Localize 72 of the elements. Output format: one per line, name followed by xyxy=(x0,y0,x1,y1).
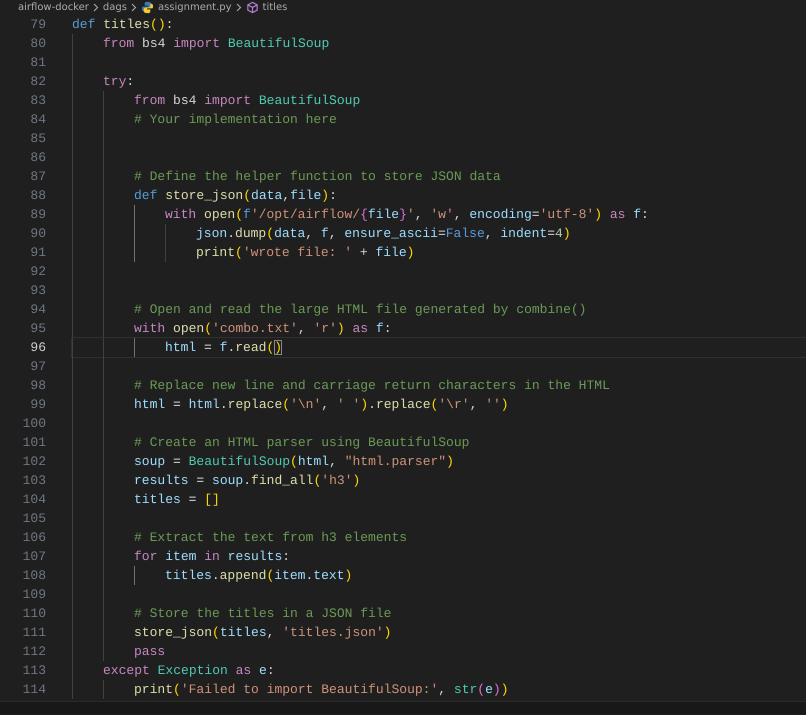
line-number: 85 xyxy=(29,130,46,148)
line-number: 97 xyxy=(29,358,46,376)
breadcrumb-item[interactable]: dags xyxy=(102,2,127,13)
line-number: 104 xyxy=(22,491,46,509)
line-number: 82 xyxy=(29,73,46,91)
line-number: 96 xyxy=(29,339,46,357)
code-line: # Store the titles in a JSON file xyxy=(134,605,392,623)
code-line: results = soup.find_all('h3') xyxy=(134,472,360,490)
file-type-icon xyxy=(140,1,154,14)
line-number: 90 xyxy=(29,225,46,243)
line-number: 92 xyxy=(29,263,46,281)
line-number: 114 xyxy=(22,681,46,699)
code-line: titles.append(item.text) xyxy=(165,567,352,585)
code-line: store_json(titles, 'titles.json') xyxy=(134,624,392,642)
line-number: 99 xyxy=(29,396,46,414)
code-line: # Replace new line and carriage return characters in the HTML xyxy=(134,377,610,395)
line-number: 101 xyxy=(22,434,46,452)
breadcrumb-item[interactable]: airflow-docker xyxy=(18,2,89,13)
line-number: 84 xyxy=(29,111,46,129)
code-line: soup = BeautifulSoup(html, "html.parser") xyxy=(134,453,454,471)
code-line: json.dump(data, f, ensure_ascii=False, indent=4) xyxy=(196,225,571,243)
line-number: 79 xyxy=(29,16,46,34)
line-number: 94 xyxy=(29,301,46,319)
line-number: 83 xyxy=(29,92,46,110)
code-line: def titles(): xyxy=(72,16,174,34)
code-line: for item in results: xyxy=(134,548,290,566)
code-line: # Open and read the large HTML file generated by combine() xyxy=(134,301,586,319)
line-number: 105 xyxy=(22,510,46,528)
line-number: 95 xyxy=(29,320,46,338)
code-line: print('wrote file: ' + file) xyxy=(196,244,414,262)
code-line: titles = [] xyxy=(134,491,220,509)
code-line: print('Failed to import BeautifulSoup:', str(e)) xyxy=(134,681,509,699)
code-line: except Exception as e: xyxy=(103,662,275,680)
code-line: html = html.replace('\n', ' ').replace('\r', '') xyxy=(134,396,509,414)
code-line: # Define the helper function to store JSON data xyxy=(134,168,501,186)
line-number: 86 xyxy=(29,149,46,167)
code-line: with open(f'/opt/airflow/{file}', 'w', encoding='utf-8') as f: xyxy=(165,206,649,224)
chevron-icon xyxy=(92,3,99,12)
line-number: 111 xyxy=(22,624,46,642)
code-line: from bs4 import BeautifulSoup xyxy=(134,92,360,110)
line-number: 112 xyxy=(22,643,46,661)
line-number: 91 xyxy=(29,244,46,262)
line-number: 103 xyxy=(22,472,46,490)
line-number: 93 xyxy=(29,282,46,300)
line-number: 98 xyxy=(29,377,46,395)
line-number: 113 xyxy=(22,662,46,680)
line-number: 89 xyxy=(29,206,46,224)
line-number: 80 xyxy=(29,35,46,53)
chevron-icon xyxy=(130,3,137,12)
line-number: 100 xyxy=(22,415,46,433)
cube-icon xyxy=(246,1,259,14)
code-line: html = f.read() xyxy=(165,339,282,357)
breadcrumb-item[interactable]: assignment.py xyxy=(158,2,232,13)
line-number: 109 xyxy=(22,586,46,604)
code-line: def store_json(data,file): xyxy=(134,187,337,205)
line-number: 106 xyxy=(22,529,46,547)
line-number: 110 xyxy=(22,605,46,623)
code-line: # Create an HTML parser using BeautifulSoup xyxy=(134,434,470,452)
line-number: 108 xyxy=(22,567,46,585)
code-line: try: xyxy=(103,73,134,91)
line-number: 87 xyxy=(29,168,46,186)
line-number: 88 xyxy=(29,187,46,205)
code-line: pass xyxy=(134,643,166,661)
code-line: with open('combo.txt', 'r') as f: xyxy=(134,320,392,338)
code-line: # Your implementation here xyxy=(134,111,337,129)
chevron-icon xyxy=(236,3,242,12)
line-number: 102 xyxy=(22,453,46,471)
code-line: # Extract the text from h3 elements xyxy=(134,529,408,547)
line-number: 107 xyxy=(22,548,46,566)
breadcrumb-item[interactable]: titles xyxy=(262,2,288,13)
line-number: 81 xyxy=(29,54,46,72)
code-line: from bs4 import BeautifulSoup xyxy=(103,35,330,53)
